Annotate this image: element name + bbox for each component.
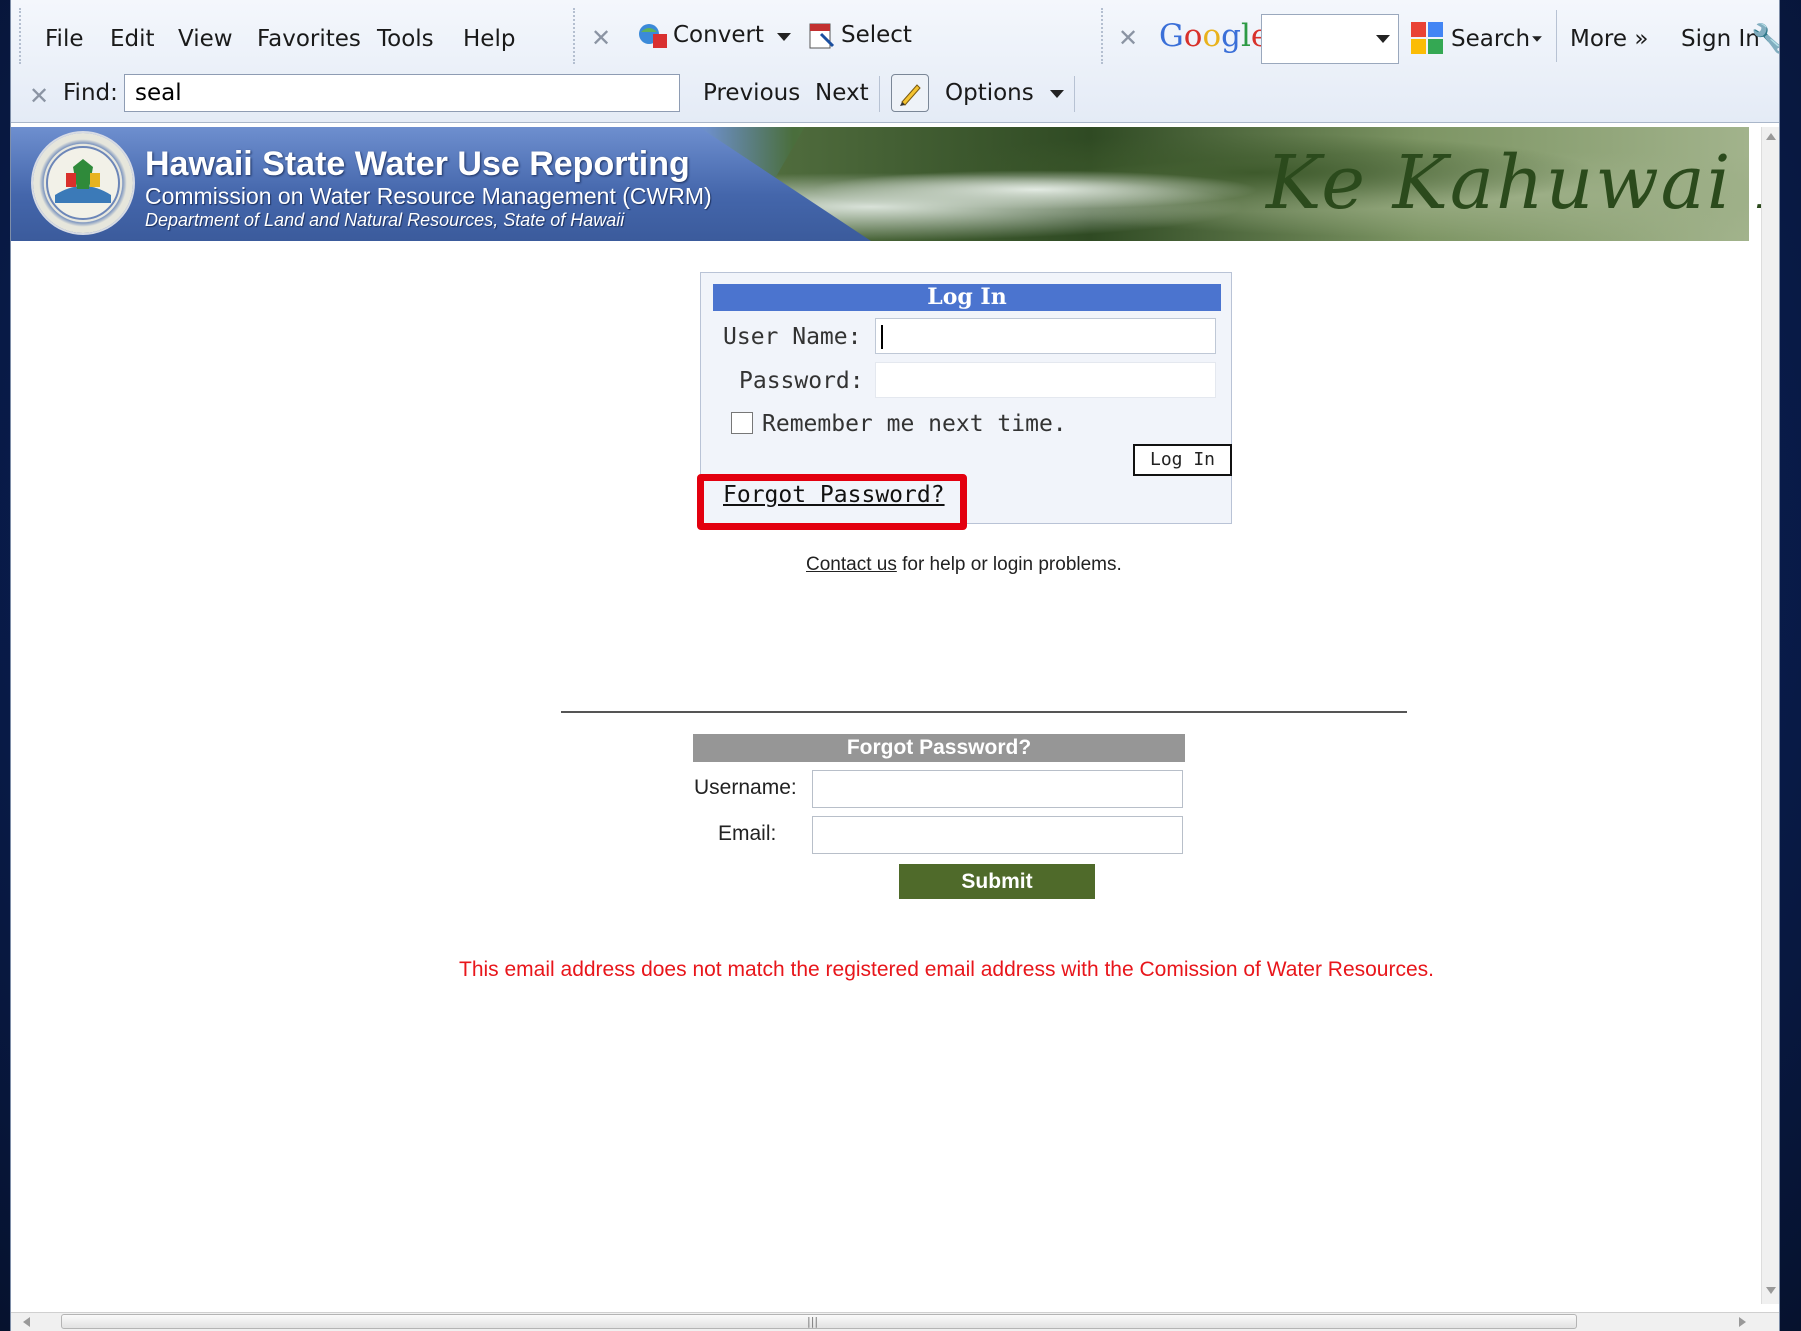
highlight-pencil-icon[interactable]: [891, 74, 929, 112]
fp-username-label: Username:: [694, 776, 797, 799]
convert-button[interactable]: Convert: [673, 22, 764, 48]
google-search-icon: [1411, 22, 1443, 54]
close-icon[interactable]: ✕: [1118, 24, 1138, 52]
text-cursor: [881, 325, 883, 349]
toolbar-divider: [1556, 10, 1557, 62]
menu-help[interactable]: Help: [463, 26, 515, 52]
horizontal-scroll-thumb[interactable]: |||: [61, 1314, 1577, 1329]
google-logo: Google: [1159, 18, 1269, 54]
convert-icon: [637, 20, 669, 50]
menu-file[interactable]: File: [45, 26, 84, 52]
state-seal-logo: [33, 133, 133, 233]
search-options-dropdown-icon[interactable]: [1532, 36, 1542, 42]
find-options-button[interactable]: Options: [945, 80, 1034, 106]
vertical-scrollbar[interactable]: [1761, 127, 1779, 1304]
google-search-button[interactable]: Search: [1451, 26, 1530, 52]
options-dropdown-icon[interactable]: [1050, 90, 1064, 98]
login-button[interactable]: Log In: [1133, 444, 1232, 476]
contact-help-text: for help or login problems.: [896, 554, 1122, 575]
sign-in-button[interactable]: Sign In: [1681, 26, 1760, 52]
convert-dropdown-icon[interactable]: [777, 33, 791, 41]
login-header: Log In: [713, 284, 1221, 311]
find-previous-button[interactable]: Previous: [703, 80, 800, 106]
wrench-icon[interactable]: 🔧: [1751, 22, 1779, 55]
scroll-left-icon[interactable]: [23, 1317, 30, 1327]
forgot-password-header: Forgot Password?: [693, 734, 1185, 762]
select-icon: [807, 20, 837, 50]
find-input[interactable]: [124, 74, 680, 112]
remember-me-label: Remember me next time.: [762, 411, 1067, 437]
contact-us-link[interactable]: Contact us: [806, 554, 897, 575]
close-icon[interactable]: ✕: [591, 24, 611, 52]
search-dropdown-icon[interactable]: [1376, 35, 1390, 43]
close-find-icon[interactable]: ✕: [29, 82, 49, 110]
toolbar-separator: [1101, 8, 1103, 64]
username-label: User Name:: [723, 324, 862, 350]
site-subtitle: Commission on Water Resource Management …: [145, 183, 712, 209]
contact-line: Contact us for help or login problems.: [806, 554, 1122, 576]
password-label: Password:: [739, 368, 864, 394]
menu-edit[interactable]: Edit: [110, 26, 155, 52]
banner-script-text: Ke Kahuwai P: [1266, 140, 1779, 226]
browser-window: File Edit View Favorites Tools Help ✕ Co…: [11, 0, 1779, 1331]
menu-favorites[interactable]: Favorites: [257, 26, 361, 52]
grip-icon: |||: [807, 1315, 819, 1328]
find-label: Find:: [63, 80, 118, 106]
username-input[interactable]: [875, 318, 1216, 354]
more-button[interactable]: More »: [1570, 26, 1648, 52]
site-department: Department of Land and Natural Resources…: [145, 210, 625, 230]
browser-toolbar: File Edit View Favorites Tools Help ✕ Co…: [11, 0, 1779, 123]
error-message: This email address does not match the re…: [459, 958, 1434, 981]
toolbar-grip: [19, 8, 21, 64]
scroll-down-icon[interactable]: [1766, 1287, 1776, 1294]
menu-view[interactable]: View: [178, 26, 233, 52]
fp-email-label: Email:: [718, 822, 777, 845]
find-next-button[interactable]: Next: [815, 80, 869, 106]
fp-email-input[interactable]: [812, 816, 1183, 854]
remember-me-checkbox[interactable]: [731, 412, 753, 434]
password-input[interactable]: [875, 362, 1216, 398]
site-title: Hawaii State Water Use Reporting: [145, 145, 690, 183]
toolbar-separator: [573, 8, 575, 64]
annotation-highlight-box: [697, 474, 967, 530]
scroll-right-icon[interactable]: [1739, 1317, 1746, 1327]
toolbar-divider: [1074, 76, 1075, 112]
fp-username-input[interactable]: [812, 770, 1183, 808]
scroll-up-icon[interactable]: [1766, 133, 1776, 140]
section-divider: [561, 711, 1407, 713]
submit-button[interactable]: Submit: [899, 864, 1095, 899]
toolbar-divider: [879, 76, 880, 112]
select-button[interactable]: Select: [841, 22, 912, 48]
menu-tools[interactable]: Tools: [377, 26, 434, 52]
